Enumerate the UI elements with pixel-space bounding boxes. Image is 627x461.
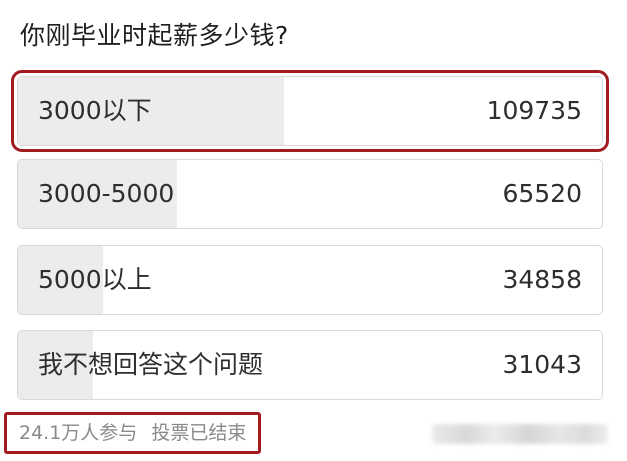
poll-option-label: 3000以下 <box>38 96 152 125</box>
poll-footer-info: 24.1万人参与 投票已结束 <box>4 412 262 454</box>
participants-count: 24.1万人参与 <box>19 422 138 444</box>
poll-card: 你刚毕业时起薪多少钱? 3000以下 109735 3000-5000 6552… <box>0 0 627 461</box>
blurred-watermark <box>432 424 608 444</box>
poll-status: 投票已结束 <box>151 422 247 444</box>
poll-question: 你刚毕业时起薪多少钱? <box>20 21 289 50</box>
poll-option-count: 34858 <box>502 265 582 294</box>
poll-option-count: 31043 <box>502 350 582 379</box>
poll-option-over-5000[interactable]: 5000以上 34858 <box>17 245 603 315</box>
poll-option-label: 我不想回答这个问题 <box>38 350 264 379</box>
poll-option-label: 3000-5000 <box>38 179 175 208</box>
poll-option-no-answer[interactable]: 我不想回答这个问题 31043 <box>17 330 603 400</box>
poll-option-count: 65520 <box>502 179 582 208</box>
poll-option-count: 109735 <box>486 96 582 125</box>
poll-option-under-3000[interactable]: 3000以下 109735 <box>11 70 609 152</box>
poll-option-3000-5000[interactable]: 3000-5000 65520 <box>17 159 603 229</box>
poll-option-label: 5000以上 <box>38 265 152 294</box>
